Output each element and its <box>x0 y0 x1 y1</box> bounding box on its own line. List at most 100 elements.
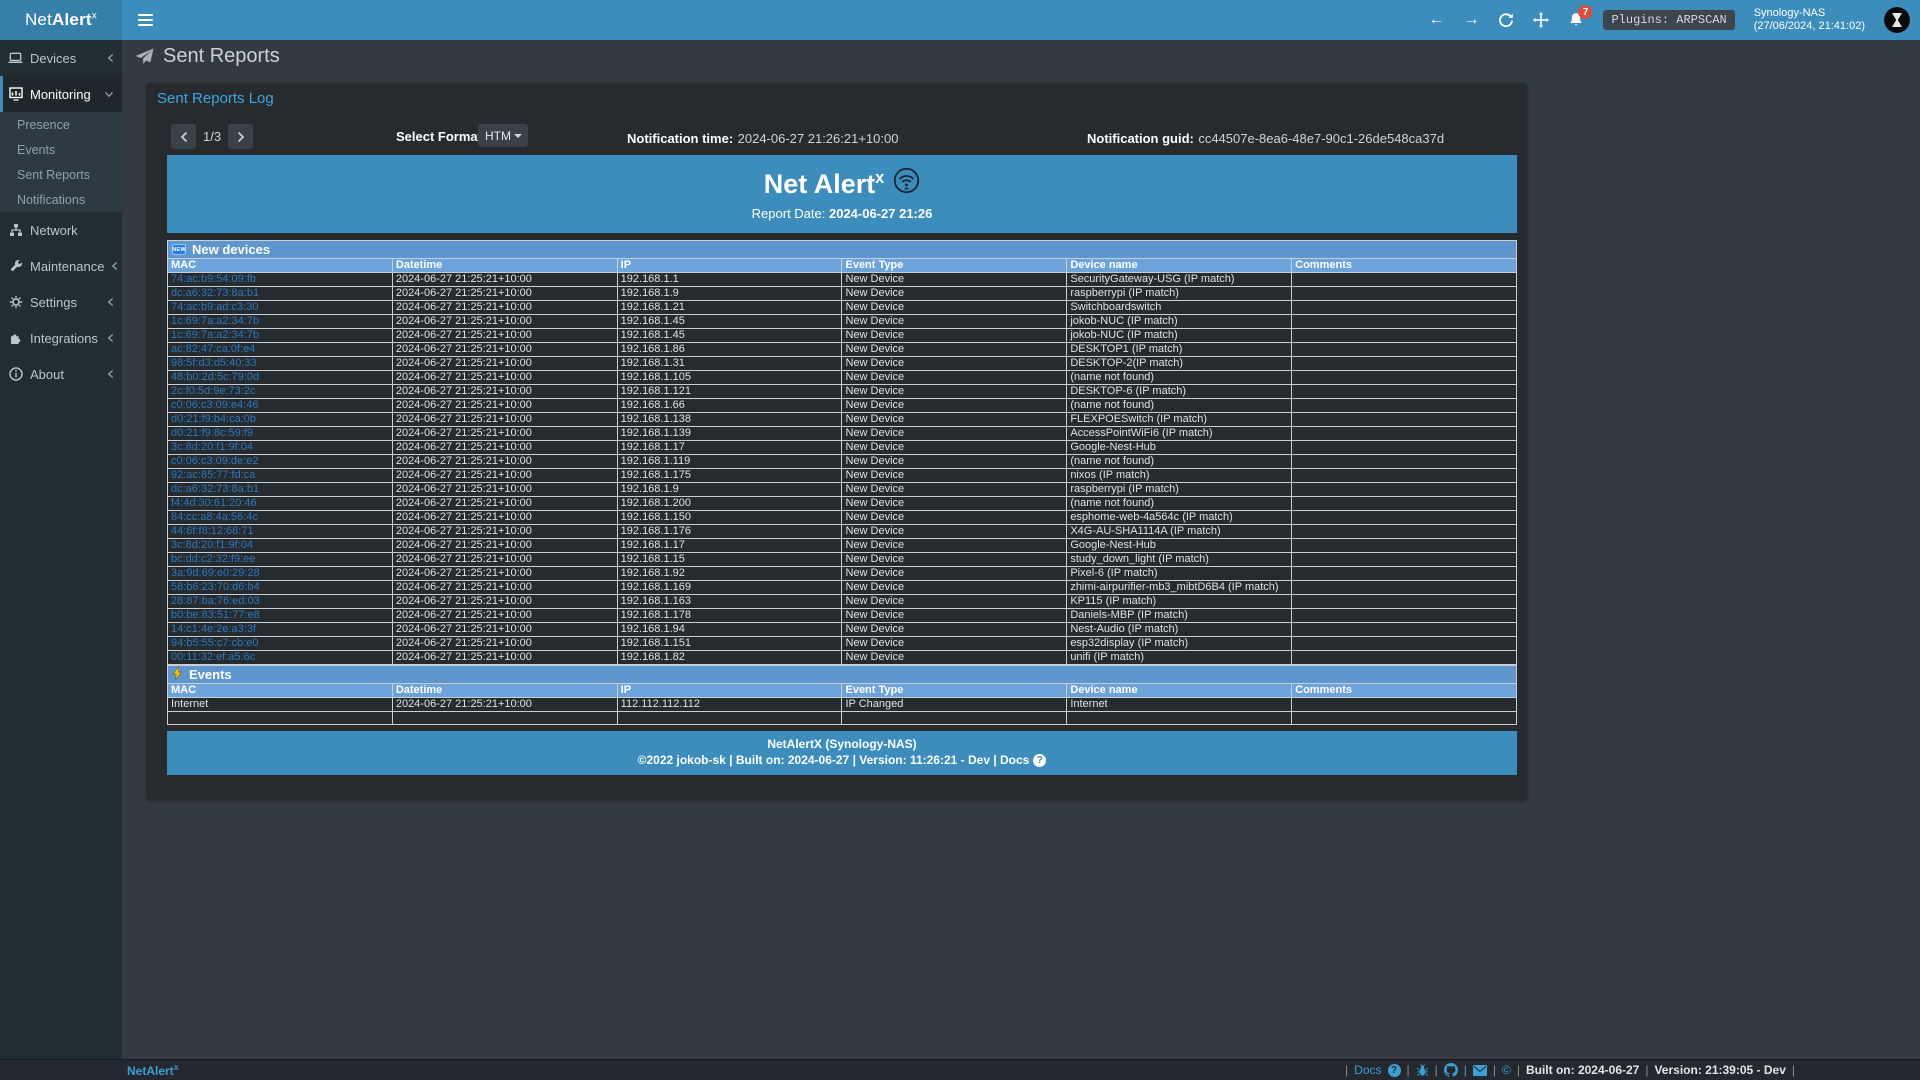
table-row: 74:ac:b9:ad:c3:302024-06-27 21:25:21+10:… <box>168 301 1517 315</box>
mac-link[interactable]: 74:ac:b9:ad:c3:30 <box>171 301 258 313</box>
table-cell: AccessPointWiFi6 (IP match) <box>1067 427 1292 441</box>
sidebar-item-monitoring[interactable]: Monitoring <box>0 76 122 112</box>
mac-link[interactable]: 44:6f:f8:12:68:71 <box>171 525 254 537</box>
new-devices-table: MACDatetimeIPEvent TypeDevice nameCommen… <box>167 258 1517 665</box>
sidebar-item-devices[interactable]: Devices <box>0 40 122 76</box>
table-cell <box>1292 497 1517 511</box>
sidebar-item-sent-reports[interactable]: Sent Reports <box>0 162 122 187</box>
table-cell: Google-Nest-Hub <box>1067 539 1292 553</box>
sidebar-item-label: Integrations <box>30 331 98 346</box>
user-avatar[interactable] <box>1884 7 1910 33</box>
table-cell: KP115 (IP match) <box>1067 595 1292 609</box>
column-header: Device name <box>1067 684 1292 698</box>
move-icon[interactable] <box>1533 12 1549 28</box>
table-cell: zhimi-airpurifier-mb3_mibtD6B4 (IP match… <box>1067 581 1292 595</box>
forward-arrow-icon[interactable]: → <box>1463 12 1479 28</box>
mac-link[interactable]: d0:21:f9:b4:ca:0b <box>171 413 256 425</box>
mac-link[interactable]: b0:be:83:51:77:e8 <box>171 609 260 621</box>
sent-reports-log-link[interactable]: Sent Reports Log <box>157 90 274 107</box>
table-cell: 2024-06-27 21:25:21+10:00 <box>392 427 617 441</box>
docs-link[interactable]: Docs <box>1354 1063 1381 1077</box>
table-cell: New Device <box>842 301 1067 315</box>
table-cell: nixos (IP match) <box>1067 469 1292 483</box>
mac-link[interactable]: 3a:9d:69:e0:29:28 <box>171 567 260 579</box>
app-logo[interactable]: NetAlertx <box>0 0 122 40</box>
mac-link[interactable]: 74:ac:b9:54:09:fb <box>171 273 256 285</box>
notifications-bell[interactable]: 7 <box>1568 12 1584 28</box>
table-cell: bc:dd:c2:32:f9:ee <box>168 553 393 567</box>
sidebar-item-maintenance[interactable]: Maintenance <box>0 248 122 284</box>
mac-link[interactable]: d0:21:f9:8c:59:f9 <box>171 427 253 439</box>
mac-link[interactable]: 94:b5:55:c7:cb:e0 <box>171 637 258 649</box>
mac-link[interactable]: 1c:69:7a:a2:34:7b <box>171 315 259 327</box>
select-format-label: Select Format: <box>396 129 486 144</box>
mac-link[interactable]: 3c:8d:20:f1:9f:04 <box>171 539 253 551</box>
table-cell: New Device <box>842 455 1067 469</box>
table-cell: 192.168.1.1 <box>617 273 842 287</box>
table-cell: 2024-06-27 21:25:21+10:00 <box>392 623 617 637</box>
mac-link[interactable]: 58:b6:23:70:d6:b4 <box>171 581 260 593</box>
sent-reports-panel: Sent Reports Log 1/3 Select Format: HTML… <box>146 83 1527 800</box>
host-info: Synology-NAS (27/06/2024, 21:41:02) <box>1754 7 1865 33</box>
next-page-button[interactable] <box>228 124 253 149</box>
table-cell: 192.168.1.121 <box>617 385 842 399</box>
mac-link[interactable]: dc:a6:32:73:8a:b1 <box>171 483 259 495</box>
mac-link[interactable]: 98:5f:d3:d5:40:33 <box>171 357 257 369</box>
table-row: 00:11:32:ef:a5:6c2024-06-27 21:25:21+10:… <box>168 651 1517 665</box>
table-cell: 192.168.1.21 <box>617 301 842 315</box>
sidebar-item-settings[interactable]: Settings <box>0 284 122 320</box>
table-cell <box>1292 357 1517 371</box>
prev-page-button[interactable] <box>171 124 196 149</box>
mac-link[interactable]: dc:a6:32:73:8a:b1 <box>171 287 259 299</box>
question-circle-icon[interactable]: ? <box>1388 1064 1401 1077</box>
sidebar-item-events[interactable]: Events <box>0 137 122 162</box>
lightning-icon <box>172 666 183 683</box>
mac-link[interactable]: ac:82:47:ca:0f:e4 <box>171 343 255 355</box>
table-cell: New Device <box>842 287 1067 301</box>
table-cell: New Device <box>842 539 1067 553</box>
table-cell: 192.168.1.169 <box>617 581 842 595</box>
table-cell: DESKTOP-6 (IP match) <box>1067 385 1292 399</box>
mac-link[interactable]: 1c:69:7a:a2:34:7b <box>171 329 259 341</box>
sidebar-item-presence[interactable]: Presence <box>0 112 122 137</box>
mac-link[interactable]: 2c:f0:5d:9e:73:2c <box>171 385 255 397</box>
table-cell <box>1292 623 1517 637</box>
sidebar-item-notifications[interactable]: Notifications <box>0 187 122 212</box>
mac-link[interactable]: c0:06:c3:09:e4:46 <box>171 399 258 411</box>
mac-link[interactable]: 84:cc:a8:4a:56:4c <box>171 511 258 523</box>
table-cell: New Device <box>842 385 1067 399</box>
table-cell: 2024-06-27 21:25:21+10:00 <box>392 455 617 469</box>
mac-link[interactable]: 48:b0:2d:5c:79:0d <box>171 371 259 383</box>
mac-link[interactable]: 28:87:ba:76:ed:03 <box>171 595 260 607</box>
mac-link[interactable]: 00:11:32:ef:a5:6c <box>171 651 255 663</box>
sidebar-item-label: Devices <box>30 51 76 66</box>
mac-link[interactable]: 92:ac:85:77:fd:ca <box>171 469 255 481</box>
table-row: dc:a6:32:73:8a:b12024-06-27 21:25:21+10:… <box>168 483 1517 497</box>
table-cell: Switchboardswitch <box>1067 301 1292 315</box>
mac-link[interactable]: f4:4d:30:61:20:46 <box>171 497 257 509</box>
statusbar-brand-link[interactable]: NetAlertX <box>127 1063 178 1078</box>
mac-link[interactable]: 14:c1:4e:2e:a3:3f <box>171 623 256 635</box>
sidebar-toggle-button[interactable] <box>122 0 168 40</box>
question-circle-icon[interactable]: ? <box>1033 754 1046 767</box>
column-header: Datetime <box>392 684 617 698</box>
table-cell: Nest-Audio (IP match) <box>1067 623 1292 637</box>
mac-link[interactable]: 3c:8d:20:f1:9f:04 <box>171 441 253 453</box>
sidebar-item-network[interactable]: Network <box>0 212 122 248</box>
mac-link[interactable]: bc:dd:c2:32:f9:ee <box>171 553 255 565</box>
bug-icon[interactable] <box>1416 1064 1429 1077</box>
format-select[interactable]: HTML <box>478 124 528 147</box>
envelope-icon[interactable] <box>1473 1065 1487 1076</box>
sidebar-item-about[interactable]: About <box>0 356 122 392</box>
table-cell: 192.168.1.175 <box>617 469 842 483</box>
table-cell <box>1292 581 1517 595</box>
copyright-icon[interactable]: © <box>1502 1063 1511 1077</box>
back-arrow-icon[interactable]: ← <box>1428 12 1444 28</box>
table-cell <box>1292 427 1517 441</box>
table-cell: dc:a6:32:73:8a:b1 <box>168 287 393 301</box>
refresh-icon[interactable] <box>1498 12 1514 28</box>
mac-link[interactable]: c0:06:c3:09:de:e2 <box>171 455 258 467</box>
github-icon[interactable] <box>1444 1063 1458 1077</box>
table-cell: 192.168.1.138 <box>617 413 842 427</box>
sidebar-item-integrations[interactable]: Integrations <box>0 320 122 356</box>
